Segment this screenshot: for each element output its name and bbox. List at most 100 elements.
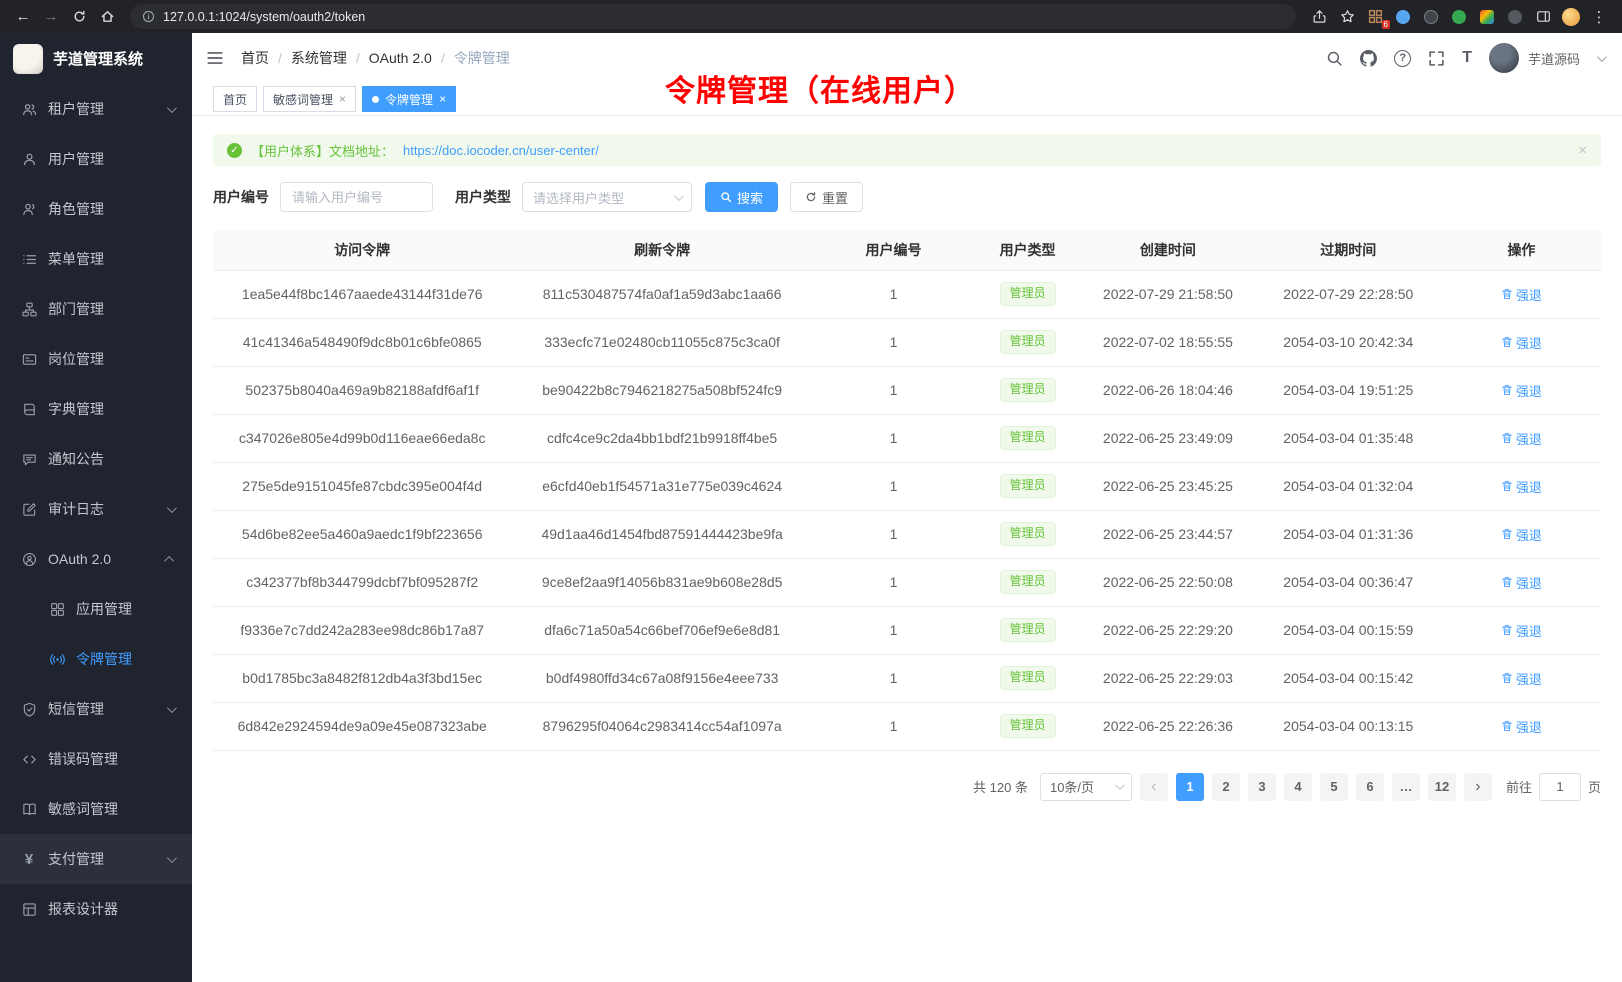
page-button-2[interactable]: 2 bbox=[1212, 773, 1240, 801]
browser-forward-icon[interactable]: → bbox=[38, 4, 64, 30]
extension-badge: 6 bbox=[1382, 20, 1390, 29]
extension-blue-icon[interactable] bbox=[1390, 4, 1416, 30]
force-logout-button[interactable]: 强退 bbox=[1501, 621, 1542, 640]
close-icon[interactable]: × bbox=[339, 92, 346, 106]
force-logout-button[interactable]: 强退 bbox=[1501, 477, 1542, 496]
sidebar-item-dict[interactable]: 字典管理 bbox=[0, 384, 192, 434]
cell-refresh-token: 811c530487574fa0af1a59d3abc1aa66 bbox=[511, 270, 813, 318]
breadcrumb-system[interactable]: 系统管理 bbox=[291, 48, 347, 68]
cell-access-token: c342377bf8b344799dcbf7bf095287f2 bbox=[213, 558, 511, 606]
table-header-row: 访问令牌 刷新令牌 用户编号 用户类型 创建时间 过期时间 操作 bbox=[213, 230, 1601, 270]
browser-menu-icon[interactable]: ⋮ bbox=[1586, 4, 1612, 30]
search-button[interactable]: 搜索 bbox=[705, 182, 778, 212]
extension-green-icon[interactable] bbox=[1446, 4, 1472, 30]
sidebar-item-user[interactable]: 用户管理 bbox=[0, 134, 192, 184]
user-type-badge: 管理员 bbox=[1000, 282, 1056, 306]
url-bar[interactable]: 127.0.0.1:1024/system/oauth2/token bbox=[130, 4, 1296, 29]
sidebar-item-menu[interactable]: 菜单管理 bbox=[0, 234, 192, 284]
force-logout-button[interactable]: 强退 bbox=[1501, 525, 1542, 544]
force-logout-button[interactable]: 强退 bbox=[1501, 573, 1542, 592]
delete-icon bbox=[1501, 576, 1513, 588]
tags-view-bar: 首页 敏感词管理 × 令牌管理 × bbox=[192, 83, 1622, 116]
cell-action: 强退 bbox=[1442, 462, 1601, 510]
sidebar-item-oauth2[interactable]: OAuth 2.0 bbox=[0, 534, 192, 584]
url-text: 127.0.0.1:1024/system/oauth2/token bbox=[163, 10, 365, 24]
sidebar-item-oauth-app[interactable]: 应用管理 bbox=[0, 584, 192, 634]
username[interactable]: 芋道源码 bbox=[1528, 49, 1580, 68]
sidebar-item-label: 字典管理 bbox=[48, 399, 104, 419]
chevron-down-icon[interactable] bbox=[1597, 52, 1607, 62]
font-size-icon[interactable]: T bbox=[1462, 49, 1472, 67]
force-logout-button[interactable]: 强退 bbox=[1501, 333, 1542, 352]
force-logout-button[interactable]: 强退 bbox=[1501, 381, 1542, 400]
tab-sensitive-word[interactable]: 敏感词管理 × bbox=[263, 86, 356, 112]
reset-button[interactable]: 重置 bbox=[790, 182, 863, 212]
bookmark-star-icon[interactable] bbox=[1334, 4, 1360, 30]
page-size-select[interactable]: 10条/页 bbox=[1040, 773, 1132, 801]
tab-token-management[interactable]: 令牌管理 × bbox=[362, 86, 456, 112]
alert-close-icon[interactable]: × bbox=[1578, 142, 1587, 159]
goto-page-input[interactable] bbox=[1539, 773, 1581, 801]
cell-expire-time: 2054-03-04 00:36:47 bbox=[1255, 558, 1442, 606]
total-count: 共 120 条 bbox=[973, 777, 1028, 796]
sidebar-item-tenant[interactable]: 租户管理 bbox=[0, 84, 192, 134]
search-icon[interactable] bbox=[1326, 50, 1343, 67]
chevron-down-icon bbox=[1115, 780, 1125, 790]
force-logout-button[interactable]: 强退 bbox=[1501, 285, 1542, 304]
github-icon[interactable] bbox=[1360, 50, 1377, 67]
extension-badged-icon[interactable]: 6 bbox=[1362, 4, 1388, 30]
extension-dark-icon[interactable] bbox=[1418, 4, 1444, 30]
next-page-button[interactable]: › bbox=[1464, 773, 1492, 801]
sidebar-toggle-icon[interactable] bbox=[1530, 4, 1556, 30]
delete-icon bbox=[1501, 672, 1513, 684]
browser-profile-avatar[interactable] bbox=[1558, 4, 1584, 30]
sidebar-item-notice[interactable]: 通知公告 bbox=[0, 434, 192, 484]
force-logout-button[interactable]: 强退 bbox=[1501, 717, 1542, 736]
table-row: 54d6be82ee5a460a9aedc1f9bf223656 49d1aa4… bbox=[213, 510, 1601, 558]
user-id-input[interactable] bbox=[280, 182, 433, 212]
browser-reload-icon[interactable] bbox=[66, 4, 92, 30]
cell-action: 强退 bbox=[1442, 558, 1601, 606]
cell-user-id: 1 bbox=[813, 462, 974, 510]
cell-action: 强退 bbox=[1442, 318, 1601, 366]
sidebar-item-sms[interactable]: 短信管理 bbox=[0, 684, 192, 734]
force-logout-button[interactable]: 强退 bbox=[1501, 429, 1542, 448]
extension-pin-icon[interactable] bbox=[1502, 4, 1528, 30]
sidebar-item-role[interactable]: 角色管理 bbox=[0, 184, 192, 234]
browser-back-icon[interactable]: ← bbox=[10, 4, 36, 30]
page-button-3[interactable]: 3 bbox=[1248, 773, 1276, 801]
table-body: 1ea5e44f8bc1467aaede43144f31de76 811c530… bbox=[213, 270, 1601, 750]
page-button-12[interactable]: 12 bbox=[1428, 773, 1456, 801]
sidebar-item-dept[interactable]: 部门管理 bbox=[0, 284, 192, 334]
prev-page-button[interactable]: ‹ bbox=[1140, 773, 1168, 801]
breadcrumb-home[interactable]: 首页 bbox=[241, 48, 269, 68]
user-type-select[interactable]: 请选择用户类型 bbox=[522, 182, 692, 212]
collapse-sidebar-icon[interactable] bbox=[206, 49, 224, 67]
browser-home-icon[interactable] bbox=[94, 4, 120, 30]
page-button-1[interactable]: 1 bbox=[1176, 773, 1204, 801]
sidebar-item-post[interactable]: 岗位管理 bbox=[0, 334, 192, 384]
page-button-6[interactable]: 6 bbox=[1356, 773, 1384, 801]
breadcrumb-oauth[interactable]: OAuth 2.0 bbox=[369, 50, 432, 66]
sidebar-item-report-designer[interactable]: 报表设计器 bbox=[0, 884, 192, 934]
close-icon[interactable]: × bbox=[439, 92, 446, 106]
fullscreen-icon[interactable] bbox=[1428, 50, 1445, 67]
user-avatar[interactable] bbox=[1489, 43, 1519, 73]
sidebar-item-oauth-token[interactable]: 令牌管理 bbox=[0, 634, 192, 684]
force-logout-button[interactable]: 强退 bbox=[1501, 669, 1542, 688]
extensions-puzzle-icon[interactable] bbox=[1474, 4, 1500, 30]
app-grid-icon bbox=[49, 601, 65, 617]
tab-home[interactable]: 首页 bbox=[213, 86, 257, 112]
site-info-icon[interactable] bbox=[142, 10, 155, 23]
page-more-button[interactable]: … bbox=[1392, 773, 1420, 801]
page-button-5[interactable]: 5 bbox=[1320, 773, 1348, 801]
sidebar-item-audit-log[interactable]: 审计日志 bbox=[0, 484, 192, 534]
share-icon[interactable] bbox=[1306, 4, 1332, 30]
sidebar-item-error-code[interactable]: 错误码管理 bbox=[0, 734, 192, 784]
sidebar-item-payment[interactable]: ¥ 支付管理 bbox=[0, 834, 192, 884]
doc-link[interactable]: https://doc.iocoder.cn/user-center/ bbox=[403, 143, 599, 158]
help-icon[interactable]: ? bbox=[1394, 50, 1411, 67]
page-button-4[interactable]: 4 bbox=[1284, 773, 1312, 801]
sidebar-item-sensitive-word[interactable]: 敏感词管理 bbox=[0, 784, 192, 834]
cell-refresh-token: be90422b8c7946218275a508bf524fc9 bbox=[511, 366, 813, 414]
